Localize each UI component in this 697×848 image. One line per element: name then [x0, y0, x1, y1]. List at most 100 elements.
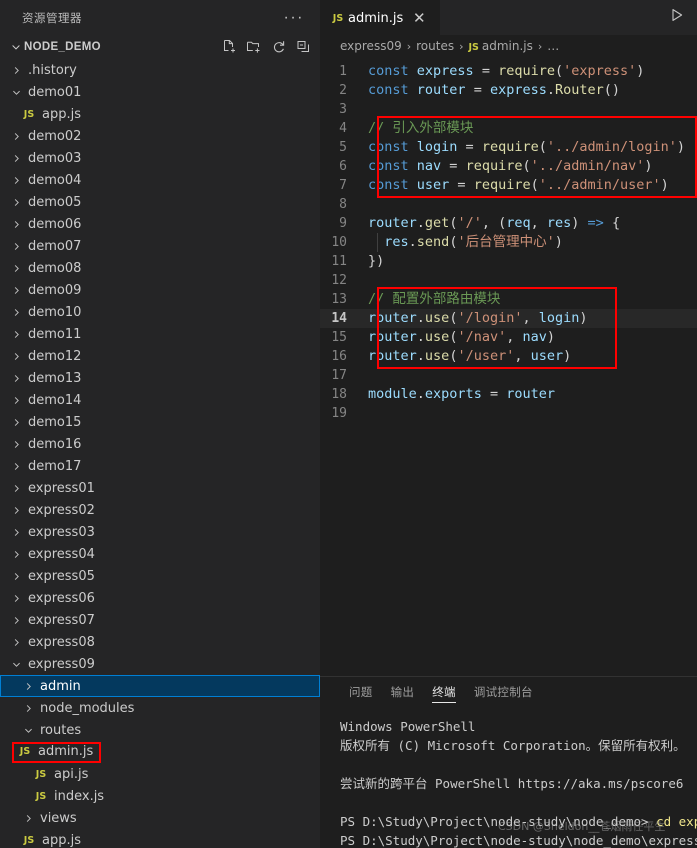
tree-folder-demo05[interactable]: demo05	[0, 191, 320, 213]
breadcrumb-item-2[interactable]: JS admin.js	[469, 39, 533, 53]
tab-admin-js[interactable]: JS admin.js ✕	[320, 0, 440, 35]
tree-file-api-js[interactable]: JS api.js	[0, 763, 320, 785]
token-op: =	[465, 82, 490, 98]
tree-folder-demo07[interactable]: demo07	[0, 235, 320, 257]
tree-folder-demo06[interactable]: demo06	[0, 213, 320, 235]
tree-folder-views[interactable]: views	[0, 807, 320, 829]
panel-tab-2[interactable]: 终端	[423, 677, 465, 707]
token-var: user	[530, 348, 564, 364]
token-punc: .	[408, 234, 417, 250]
tree-folder-node_modules[interactable]: node_modules	[0, 697, 320, 719]
tree-folder-express08[interactable]: express08	[0, 631, 320, 653]
refresh-icon[interactable]	[271, 39, 287, 55]
tree-folder-demo10[interactable]: demo10	[0, 301, 320, 323]
tree-folder-express06[interactable]: express06	[0, 587, 320, 609]
tree-folder-demo03[interactable]: demo03	[0, 147, 320, 169]
token-param: res	[546, 215, 572, 231]
tree-folder-demo17[interactable]: demo17	[0, 455, 320, 477]
folder-label: demo04	[28, 172, 82, 188]
panel-tab-0[interactable]: 问题	[340, 677, 382, 707]
tree-folder-demo11[interactable]: demo11	[0, 323, 320, 345]
close-icon[interactable]: ✕	[409, 11, 429, 26]
token-punc: )	[579, 310, 588, 326]
bottom-panel: 问题 输出 终端 调试控制台 Windows PowerShell 版权所有 (C) M…	[320, 676, 697, 848]
code-text: module.exports = router	[368, 385, 555, 404]
tree-folder-demo12[interactable]: demo12	[0, 345, 320, 367]
code-editor[interactable]: 1 const express = require('express') 2 cons…	[320, 57, 697, 676]
panel-tab-1[interactable]: 输出	[382, 677, 424, 707]
code-line: 9 router.get('/', (req, res) => {	[320, 214, 697, 233]
token-var: router	[506, 386, 555, 402]
tree-folder-demo08[interactable]: demo08	[0, 257, 320, 279]
breadcrumb-label: routes	[416, 39, 455, 53]
folder-label: .history	[28, 62, 77, 78]
tree-folder-demo15[interactable]: demo15	[0, 411, 320, 433]
code-text: router.get('/', (req, res) => {	[368, 214, 620, 233]
tree-folder-demo14[interactable]: demo14	[0, 389, 320, 411]
chevron-right-icon	[8, 416, 24, 429]
workspace-root-row[interactable]: NODE_DEMO	[0, 35, 320, 59]
tree-folder-demo04[interactable]: demo04	[0, 169, 320, 191]
breadcrumb-label: admin.js	[481, 39, 533, 53]
panel-tab-3[interactable]: 调试控制台	[465, 677, 542, 707]
editor-area: JS admin.js ✕ express09 › routes › JS admin.j…	[320, 0, 697, 848]
tree-folder-express03[interactable]: express03	[0, 521, 320, 543]
tree-folder-express07[interactable]: express07	[0, 609, 320, 631]
line-number: 3	[339, 102, 347, 117]
code-line: 10 res.send('后台管理中心')	[320, 233, 697, 252]
token-punc: )	[554, 234, 563, 250]
tree-folder-demo01[interactable]: demo01	[0, 81, 320, 103]
token-kw: const	[368, 63, 409, 79]
breadcrumb-item-3[interactable]: …	[547, 39, 559, 53]
chevron-down-icon	[8, 658, 24, 671]
code-line: 3	[320, 100, 697, 119]
tree-folder-demo02[interactable]: demo02	[0, 125, 320, 147]
explorer-more-actions-button[interactable]: ···	[280, 9, 308, 25]
token-var: router	[368, 329, 417, 345]
line-number: 18	[331, 387, 347, 402]
folder-label: views	[40, 810, 77, 826]
tree-file-index-js[interactable]: JS index.js	[0, 785, 320, 807]
new-folder-icon[interactable]	[246, 39, 262, 55]
tree-folder-admin[interactable]: admin	[0, 675, 320, 697]
tree-folder-express09[interactable]: express09	[0, 653, 320, 675]
tree-folder-routes[interactable]: routes	[0, 719, 320, 741]
tree-folder-demo09[interactable]: demo09	[0, 279, 320, 301]
folder-label: demo06	[28, 216, 82, 232]
tree-folder-demo16[interactable]: demo16	[0, 433, 320, 455]
token-punc: )	[676, 139, 686, 155]
token-var: login	[416, 139, 458, 155]
tree-folder-express04[interactable]: express04	[0, 543, 320, 565]
js-file-icon: JS	[35, 790, 47, 802]
code-line: 2 const router = express.Router()	[320, 81, 697, 100]
tree-folder-express01[interactable]: express01	[0, 477, 320, 499]
chevron-right-icon	[20, 812, 36, 825]
token-fn: Router	[555, 82, 604, 98]
chevron-down-icon	[20, 724, 36, 737]
line-number: 19	[331, 406, 347, 421]
token-str: '../admin/nav'	[530, 158, 645, 174]
new-file-icon[interactable]	[221, 39, 237, 55]
token-cmt: // 配置外部路由模块	[368, 291, 501, 307]
tree-file-app-js[interactable]: JS app.js	[0, 103, 320, 125]
chevron-right-icon	[8, 284, 24, 297]
tree-folder--history[interactable]: .history	[0, 59, 320, 81]
tree-file-admin-js[interactable]: JS admin.js	[0, 741, 320, 763]
tree-folder-demo13[interactable]: demo13	[0, 367, 320, 389]
collapse-all-icon[interactable]	[296, 39, 312, 55]
tree-folder-express02[interactable]: express02	[0, 499, 320, 521]
tree-folder-express05[interactable]: express05	[0, 565, 320, 587]
file-tree: .history demo01 JS app.js demo02 demo03 demo04…	[0, 59, 320, 848]
run-play-icon[interactable]	[669, 7, 685, 28]
tree-file-app-js[interactable]: JS app.js	[0, 829, 320, 848]
chevron-right-icon	[8, 240, 24, 253]
breadcrumb-item-1[interactable]: routes	[416, 39, 454, 53]
token-var: router	[368, 348, 417, 364]
token-kw: const	[368, 158, 409, 174]
terminal-output[interactable]: Windows PowerShell 版权所有 (C) Microsoft Cor…	[320, 707, 697, 848]
js-file-icon: JS	[23, 834, 35, 846]
breadcrumb-label: express09	[340, 39, 402, 53]
token-punc: ,	[522, 310, 539, 326]
breadcrumb-item-0[interactable]: express09	[340, 39, 402, 53]
